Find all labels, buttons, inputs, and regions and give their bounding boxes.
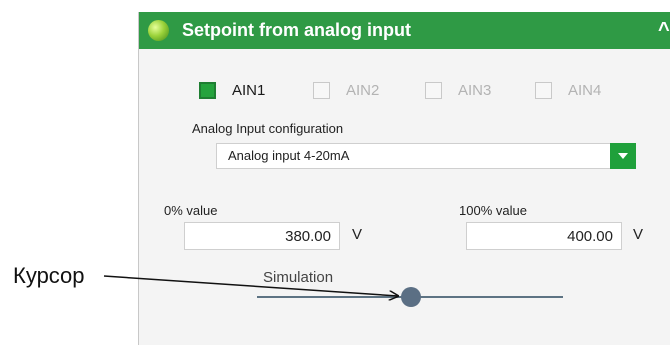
annotation-arrow — [103, 275, 670, 345]
